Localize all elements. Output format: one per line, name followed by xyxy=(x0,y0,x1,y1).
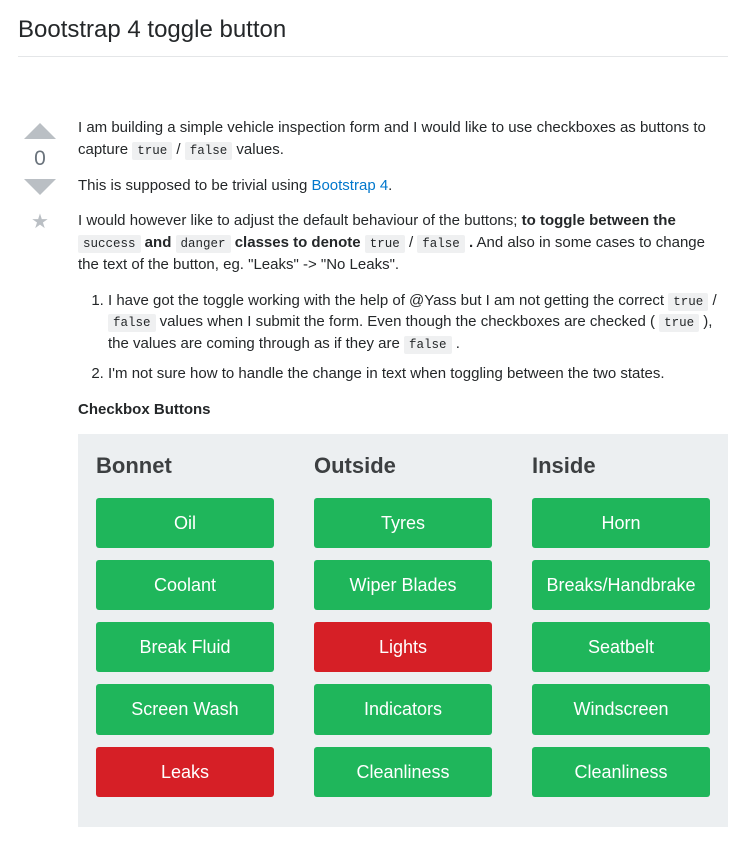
demo-column-title: Outside xyxy=(314,450,492,482)
toggle-button[interactable]: Tyres xyxy=(314,498,492,548)
toggle-button[interactable]: Breaks/Handbrake xyxy=(532,560,710,610)
text: / xyxy=(708,292,716,309)
demo-column-outside: Outside Tyres Wiper Blades Lights Indica… xyxy=(314,450,492,808)
code-danger: danger xyxy=(176,235,231,253)
list-item: I'm not sure how to handle the change in… xyxy=(108,363,728,385)
code-false: false xyxy=(417,235,465,253)
code-false: false xyxy=(185,142,233,160)
code-true: true xyxy=(668,293,708,311)
text: This is supposed to be trivial using xyxy=(78,177,311,194)
toggle-button[interactable]: Cleanliness xyxy=(314,747,492,797)
post-body: I am building a simple vehicle inspectio… xyxy=(78,117,728,827)
demo-column-bonnet: Bonnet Oil Coolant Break Fluid Screen Wa… xyxy=(96,450,274,808)
toggle-button[interactable]: Cleanliness xyxy=(532,747,710,797)
paragraph-2: This is supposed to be trivial using Boo… xyxy=(78,175,728,197)
toggle-button[interactable]: Seatbelt xyxy=(532,622,710,672)
bootstrap-link[interactable]: Bootstrap 4 xyxy=(311,177,388,194)
code-success: success xyxy=(78,235,141,253)
demo-panel: Bonnet Oil Coolant Break Fluid Screen Wa… xyxy=(78,434,728,826)
demo-column-title: Inside xyxy=(532,450,710,482)
toggle-button[interactable]: Horn xyxy=(532,498,710,548)
toggle-button[interactable]: Screen Wash xyxy=(96,684,274,734)
toggle-button[interactable]: Lights xyxy=(314,622,492,672)
downvote-icon[interactable] xyxy=(24,179,56,195)
toggle-button[interactable]: Oil xyxy=(96,498,274,548)
toggle-button[interactable]: Leaks xyxy=(96,747,274,797)
title-divider xyxy=(18,56,728,57)
list-item: I have got the toggle working with the h… xyxy=(108,290,728,355)
text: I would however like to adjust the defau… xyxy=(78,212,522,229)
code-true: true xyxy=(132,142,172,160)
text: / xyxy=(405,234,418,251)
text: values when I submit the form. Even thou… xyxy=(156,313,660,330)
checkbox-buttons-heading: Checkbox Buttons xyxy=(78,399,728,421)
code-false: false xyxy=(404,336,452,354)
toggle-button[interactable]: Windscreen xyxy=(532,684,710,734)
code-true: true xyxy=(365,235,405,253)
code-true: true xyxy=(659,314,699,332)
ordered-list: I have got the toggle working with the h… xyxy=(78,290,728,385)
vote-column: 0 ★ xyxy=(18,117,62,827)
upvote-icon[interactable] xyxy=(24,123,56,139)
text: . xyxy=(388,177,392,194)
code-false: false xyxy=(108,314,156,332)
text: and xyxy=(141,234,176,251)
toggle-button[interactable]: Indicators xyxy=(314,684,492,734)
toggle-button[interactable]: Coolant xyxy=(96,560,274,610)
text: . xyxy=(452,335,460,352)
text: / xyxy=(172,141,185,158)
text: . xyxy=(465,234,473,251)
toggle-button[interactable]: Wiper Blades xyxy=(314,560,492,610)
post-layout: 0 ★ I am building a simple vehicle inspe… xyxy=(18,117,728,827)
toggle-button[interactable]: Break Fluid xyxy=(96,622,274,672)
bold-text: . xyxy=(465,234,473,251)
bold-text: classes to denote xyxy=(231,234,365,251)
text: classes to denote xyxy=(231,234,365,251)
paragraph-1: I am building a simple vehicle inspectio… xyxy=(78,117,728,161)
text: values. xyxy=(232,141,284,158)
text: to toggle between the xyxy=(522,212,676,229)
demo-column-inside: Inside Horn Breaks/Handbrake Seatbelt Wi… xyxy=(532,450,710,808)
paragraph-3: I would however like to adjust the defau… xyxy=(78,210,728,275)
text: I have got the toggle working with the h… xyxy=(108,292,668,309)
bold-text: and xyxy=(141,234,176,251)
vote-count: 0 xyxy=(34,147,46,171)
favorite-icon[interactable]: ★ xyxy=(31,209,49,234)
question-title: Bootstrap 4 toggle button xyxy=(18,16,728,44)
bold-text: to toggle between the xyxy=(522,212,676,229)
demo-column-title: Bonnet xyxy=(96,450,274,482)
